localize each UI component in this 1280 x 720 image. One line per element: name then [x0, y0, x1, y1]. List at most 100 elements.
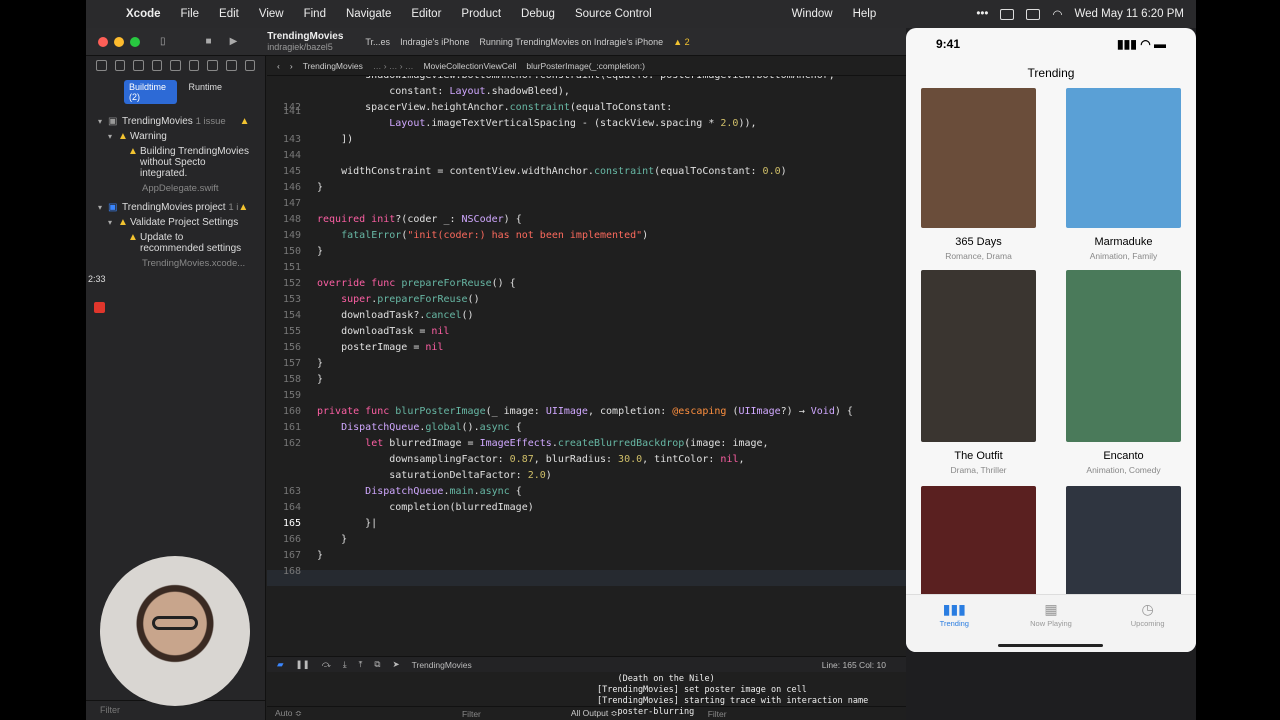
recording-timer: 2:33 [88, 274, 106, 284]
back-icon[interactable]: ‹ [277, 61, 280, 71]
minimize-icon[interactable] [114, 36, 124, 47]
menu-edit[interactable]: Edit [209, 8, 249, 20]
code-area[interactable]: 141 shadowImageView.bottomAnchor.constra… [267, 76, 906, 636]
menu-find[interactable]: Find [294, 8, 336, 20]
menu-help[interactable]: Help [843, 8, 887, 20]
forward-icon[interactable]: › [290, 61, 293, 71]
menu-source-control[interactable]: Source Control [565, 8, 662, 20]
tab-buildtime[interactable]: Buildtime (2) [124, 80, 178, 104]
menu-navigate[interactable]: Navigate [336, 8, 401, 20]
console-area[interactable]: (Death on the Nile) [TrendingMovies] set… [267, 672, 906, 720]
menu-file[interactable]: File [171, 8, 210, 20]
home-indicator [998, 644, 1103, 647]
menu-debug[interactable]: Debug [511, 8, 565, 20]
movie-card[interactable] [921, 486, 1036, 596]
webcam-overlay [100, 556, 250, 706]
debug-icon[interactable] [207, 60, 218, 71]
warning-count[interactable]: ▲ 2 [673, 37, 689, 47]
zoom-icon[interactable] [130, 36, 140, 47]
project-title: TrendingMovies indragiek/bazel5 [267, 30, 344, 52]
scm-icon[interactable] [114, 60, 126, 71]
ios-time: 9:41 [936, 37, 961, 51]
warning-icon: ▲ [128, 232, 138, 243]
poster-image [921, 270, 1036, 442]
cursor-position: Line: 165 Col: 10 [821, 659, 886, 670]
jump-class[interactable]: MovieCollectionViewCell [423, 61, 516, 71]
tree-item[interactable]: ▲ Building TrendingMovies without Specto … [86, 144, 265, 181]
film-icon: ▦ [1044, 601, 1058, 617]
movie-card[interactable] [1066, 486, 1181, 596]
step-out-icon[interactable]: ⤒ [359, 659, 363, 670]
breakpoint-icon[interactable] [225, 60, 237, 71]
variables-filter[interactable]: Filter [462, 709, 481, 719]
status-text: Running TrendingMovies on Indragie's iPh… [479, 36, 664, 47]
battery-icon[interactable] [1026, 8, 1041, 20]
test-icon[interactable] [188, 60, 200, 71]
debug-bar: ▰ ❚❚ ⤼ ⤓ ⤒ ⧉ ➤ TrendingMovies Line: 165 … [267, 656, 906, 672]
tree-item[interactable]: ▾ ▲ Warning [86, 129, 265, 144]
tree-item[interactable]: ▾ ▲ Validate Project Settings [86, 215, 265, 230]
tab-upcoming[interactable]: ◷ Upcoming [1113, 601, 1183, 652]
scheme-selector[interactable]: Tr...es [365, 37, 390, 47]
view-debugger-icon[interactable]: ⧉ [374, 659, 380, 670]
step-in-icon[interactable]: ⤓ [343, 659, 347, 670]
tree-item[interactable]: TrendingMovies.xcode... [86, 256, 265, 271]
toolbar: ▯ ■ ▶ TrendingMovies indragiek/bazel5 Tr… [86, 28, 906, 56]
chart-icon: ▮▮▮ [942, 601, 966, 617]
jump-file[interactable]: TrendingMovies [303, 61, 363, 71]
tab-trending[interactable]: ▮▮▮ Trending [919, 601, 989, 652]
output-select[interactable]: All Output ≎ [571, 708, 618, 719]
menu-editor[interactable]: Editor [401, 8, 451, 20]
device-selector[interactable]: Indragie's iPhone [400, 37, 469, 47]
activity-view[interactable]: Tr...es Indragie's iPhone Running Trendi… [365, 37, 689, 47]
movie-card[interactable]: Marmaduke Animation, Family [1066, 88, 1181, 261]
symbol-icon[interactable] [133, 60, 144, 71]
iphone-mirror: 9:41 ▮▮▮ ◠ ▬ Trending 365 Days Romance, … [906, 28, 1196, 652]
jump-bar: ‹ › TrendingMovies … › … › … MovieCollec… [267, 56, 906, 76]
tree-item[interactable]: ▲ Update to recommended settings [86, 230, 265, 256]
wifi-icon[interactable]: ◠ [1052, 7, 1062, 21]
auto-select[interactable]: Auto ≎ [275, 708, 302, 719]
debug-target[interactable]: TrendingMovies [412, 660, 472, 670]
current-line-highlight [267, 570, 906, 586]
more-icon[interactable]: ••• [976, 8, 988, 20]
run-icon[interactable]: ▶ [230, 36, 238, 47]
pause-icon[interactable]: ❚❚ [296, 659, 310, 670]
close-icon[interactable] [98, 36, 108, 47]
menu-view[interactable]: View [249, 8, 294, 20]
source-editor[interactable]: ‹ › TrendingMovies … › … › … MovieCollec… [267, 56, 906, 720]
location-icon[interactable]: ➤ [393, 659, 400, 670]
ios-status-bar: 9:41 ▮▮▮ ◠ ▬ [906, 28, 1196, 60]
warning-icon: ▲ [118, 217, 128, 228]
tree-item[interactable]: AppDelegate.swift [86, 181, 265, 196]
console-footer: Auto ≎ Filter All Output ≎ Filter [267, 706, 906, 720]
jump-function[interactable]: blurPosterImage(_:completion:) [526, 61, 645, 71]
tree-item[interactable]: ▾ ▣ TrendingMovies project 1 i ▲ [86, 200, 265, 215]
warning-icon: ▲ [118, 131, 128, 142]
movie-card[interactable]: The Outfit Drama, Thriller [921, 270, 1036, 475]
menu-app[interactable]: Xcode [116, 8, 171, 20]
console-filter[interactable]: Filter [708, 709, 727, 719]
datetime[interactable]: Wed May 11 6:20 PM [1074, 8, 1184, 20]
poster-image [1066, 270, 1181, 442]
folder-icon[interactable] [96, 60, 107, 71]
issue-icon[interactable] [170, 60, 181, 71]
stop-icon[interactable]: ■ [206, 36, 212, 47]
display-icon[interactable] [1000, 8, 1015, 20]
sidebar-toggle-icon[interactable]: ▯ [160, 36, 166, 47]
menu-window[interactable]: Window [782, 8, 843, 20]
navigator-tabs [86, 56, 265, 78]
signal-battery-icon: ▮▮▮ ◠ ▬ [1117, 37, 1166, 51]
issue-tree: ▾ ▣ TrendingMovies 1 issue ▲ ▾ ▲ Warning ▲ Bui… [86, 114, 265, 271]
tree-item[interactable]: ▾ ▣ TrendingMovies 1 issue ▲ [86, 114, 265, 129]
project-icon: ▣ [108, 202, 118, 213]
menu-product[interactable]: Product [451, 8, 511, 20]
record-stop-button[interactable] [94, 302, 105, 313]
movie-card[interactable]: Encanto Animation, Comedy [1066, 270, 1181, 475]
movie-card[interactable]: 365 Days Romance, Drama [921, 88, 1036, 261]
report-icon[interactable] [244, 60, 256, 71]
breakpoints-icon[interactable]: ▰ [277, 659, 284, 670]
step-over-icon[interactable]: ⤼ [322, 659, 331, 670]
find-icon[interactable] [151, 60, 163, 71]
tab-runtime[interactable]: Runtime [183, 80, 227, 104]
